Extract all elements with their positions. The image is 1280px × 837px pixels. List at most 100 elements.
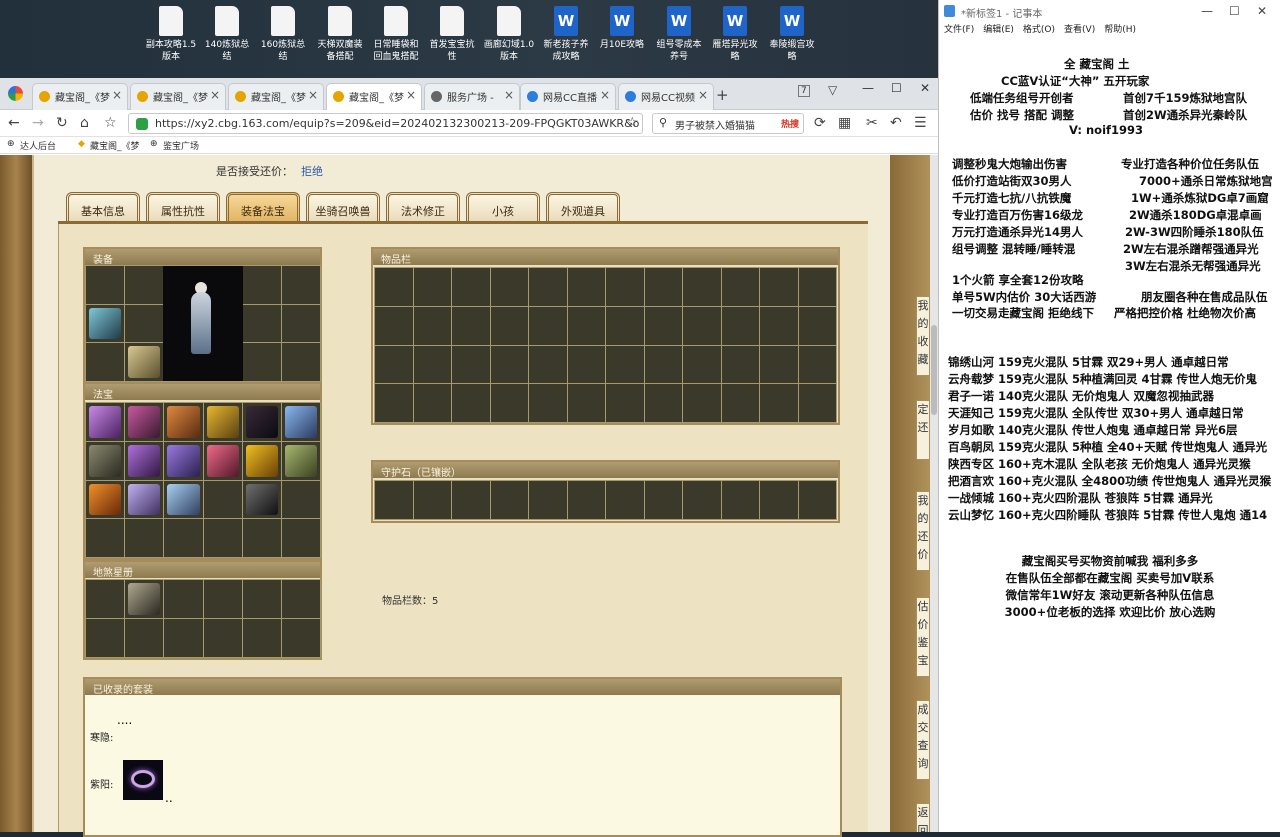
side-appraise[interactable]: 估价鉴宝 [916, 597, 930, 677]
item-slot[interactable] [529, 481, 567, 519]
item-icon[interactable] [128, 406, 161, 438]
page-scrollbar[interactable] [930, 155, 938, 832]
item-icon[interactable] [89, 483, 122, 516]
item-icon[interactable] [206, 406, 239, 438]
menu-icon[interactable]: ☰ [914, 115, 927, 131]
item-slot[interactable] [567, 306, 605, 345]
notepad-text[interactable]: 全 藏宝阁 土 CC蓝V认证“大神” 五开玩家 低端任务组号开创者 首创7千159炼狱… [939, 40, 1280, 832]
item-slot[interactable] [164, 441, 203, 480]
tab-close-icon[interactable]: × [308, 88, 318, 102]
item-slot[interactable] [281, 304, 320, 343]
desktop-icon[interactable]: 160炼狱总结 [257, 6, 309, 63]
item-slot[interactable] [125, 304, 164, 343]
item-slot[interactable] [86, 403, 125, 441]
desktop-icon[interactable]: 副本攻略1.5版本 [145, 6, 197, 63]
item-slot[interactable] [375, 384, 413, 422]
tab-close-icon[interactable]: × [210, 88, 220, 102]
item-slot[interactable] [86, 441, 125, 480]
item-slot[interactable] [567, 268, 605, 306]
item-slot[interactable] [413, 384, 451, 422]
item-slot[interactable] [242, 441, 281, 480]
item-slot[interactable] [760, 384, 798, 422]
item-slot[interactable] [452, 345, 490, 384]
tab-close-icon[interactable]: × [504, 88, 514, 102]
tab-4[interactable]: 法术修正 [386, 192, 460, 221]
item-slot[interactable] [125, 580, 164, 618]
shirt-icon[interactable]: ▽ [828, 83, 837, 97]
item-slot[interactable] [413, 345, 451, 384]
item-slot[interactable] [606, 268, 644, 306]
item-slot[interactable] [452, 268, 490, 306]
item-icon[interactable] [167, 406, 200, 438]
item-icon[interactable] [284, 406, 317, 438]
item-slot[interactable] [281, 441, 320, 480]
item-slot[interactable] [375, 345, 413, 384]
item-slot[interactable] [683, 345, 721, 384]
item-slot[interactable] [798, 384, 836, 422]
item-slot[interactable] [721, 481, 759, 519]
item-slot[interactable] [86, 343, 125, 381]
apps-grid-icon[interactable]: ▦ [838, 115, 851, 131]
desktop-icon[interactable]: W 组号零成本养号 [653, 6, 705, 63]
desktop-icon[interactable]: W 奉陵缎宫攻略 [766, 6, 818, 63]
item-icon[interactable] [245, 406, 278, 438]
item-slot[interactable] [125, 441, 164, 480]
item-slot[interactable] [606, 481, 644, 519]
item-slot[interactable] [375, 306, 413, 345]
item-icon[interactable] [89, 307, 122, 340]
item-slot[interactable] [644, 345, 682, 384]
item-slot[interactable] [760, 481, 798, 519]
item-slot[interactable] [760, 306, 798, 345]
side-my-bargain[interactable]: 我的还价 [916, 491, 930, 571]
item-slot[interactable] [529, 306, 567, 345]
desktop-icon[interactable]: 140炼狱总结 [201, 6, 253, 63]
item-slot[interactable] [413, 306, 451, 345]
item-slot[interactable] [125, 480, 164, 519]
item-slot[interactable] [490, 306, 528, 345]
item-slot[interactable] [490, 481, 528, 519]
favorite-star-icon[interactable]: ☆ [626, 115, 639, 131]
item-slot[interactable] [281, 403, 320, 441]
item-slot[interactable] [203, 619, 242, 657]
bookmark-star-icon[interactable]: ☆ [104, 115, 117, 131]
tab-2[interactable]: 装备法宝 [226, 192, 300, 221]
item-slot[interactable] [125, 403, 164, 441]
np-minimize-icon[interactable]: — [1201, 4, 1213, 18]
item-slot[interactable] [242, 480, 281, 519]
item-slot[interactable] [452, 306, 490, 345]
item-slot[interactable] [203, 441, 242, 480]
undo-icon[interactable]: ↶ [890, 115, 902, 131]
item-slot[interactable] [164, 403, 203, 441]
item-slot[interactable] [798, 345, 836, 384]
item-slot[interactable] [606, 384, 644, 422]
desktop-icon[interactable]: 日常睡袋和回血鬼搭配 [370, 6, 422, 63]
item-slot[interactable] [242, 580, 281, 618]
bookmark-jianbao[interactable]: 鉴宝广场 [163, 139, 199, 152]
item-slot[interactable] [164, 580, 203, 618]
np-close-icon[interactable]: ✕ [1257, 4, 1267, 18]
item-slot[interactable] [242, 403, 281, 441]
item-slot[interactable] [125, 519, 164, 557]
new-tab-button[interactable]: + [716, 86, 729, 104]
item-icon[interactable] [128, 483, 161, 516]
desktop-icon[interactable]: 天梯双魔装备搭配 [314, 6, 366, 63]
item-icon[interactable] [89, 444, 122, 477]
item-slot[interactable] [452, 384, 490, 422]
item-slot[interactable] [529, 345, 567, 384]
browser-tab[interactable]: 藏宝阁_《梦 × [32, 83, 128, 110]
browser-tab[interactable]: 藏宝阁_《梦 × [228, 83, 324, 110]
browser-logo-icon[interactable] [8, 86, 23, 101]
item-slot[interactable] [203, 403, 242, 441]
item-slot[interactable] [86, 266, 125, 304]
item-slot[interactable] [452, 481, 490, 519]
tab-close-icon[interactable]: × [406, 88, 416, 102]
item-slot[interactable] [567, 481, 605, 519]
item-slot[interactable] [721, 268, 759, 306]
side-back[interactable]: 返回 [916, 803, 930, 832]
notepad-menu-item[interactable]: 格式(O) [1023, 25, 1055, 35]
tab-6[interactable]: 外观道具 [546, 192, 620, 221]
item-icon[interactable] [128, 346, 161, 378]
item-icon[interactable] [206, 444, 239, 477]
item-icon[interactable] [167, 483, 200, 516]
notepad-menu-item[interactable]: 编辑(E) [983, 25, 1014, 35]
